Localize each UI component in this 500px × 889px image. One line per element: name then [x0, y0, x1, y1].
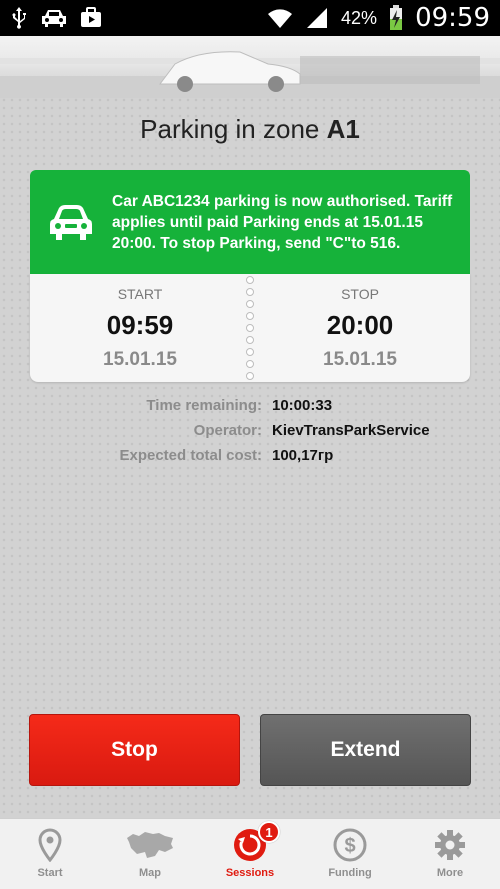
nav-item-start[interactable]: Start [0, 819, 100, 889]
nav-label: Map [139, 867, 161, 879]
ukraine-map-icon [125, 827, 175, 863]
signal-icon [305, 7, 329, 29]
nav-item-funding[interactable]: $ Funding [300, 819, 400, 889]
stop-button[interactable]: Stop [29, 714, 240, 786]
nav-item-more[interactable]: More [400, 819, 500, 889]
nav-label: More [436, 867, 464, 879]
bottom-nav: Start Map 1 Sessions $ Funding More [0, 818, 500, 889]
nav-item-map[interactable]: Map [100, 819, 200, 889]
clock: 09:59 [415, 3, 490, 33]
stop-date: 15.01.15 [323, 349, 397, 370]
car-icon [40, 7, 68, 29]
detail-label: Operator: [193, 422, 262, 439]
start-block: START 09:59 15.01.15 [30, 274, 250, 371]
parking-status-notice: Car ABC1234 parking is now authorised. T… [30, 170, 470, 274]
extend-button[interactable]: Extend [260, 714, 471, 786]
briefcase-icon [80, 7, 102, 29]
title-prefix: Parking in zone [140, 114, 327, 144]
expected-cost-row: Expected total cost: 100,17гр [0, 443, 500, 468]
start-caption: START [117, 286, 163, 302]
notice-text: Car ABC1234 parking is now authorised. T… [112, 192, 453, 252]
nav-label: Sessions [225, 867, 275, 879]
operator-row: Operator: KievTransParkService [0, 418, 500, 443]
nav-label: Start [37, 867, 63, 879]
detail-label: Expected total cost: [119, 447, 262, 464]
nav-label: Funding [328, 867, 372, 879]
expected-cost-value: 100,17гр [272, 447, 334, 464]
status-bar: 42% 09:59 [0, 0, 500, 36]
sessions-badge: 1 [258, 821, 280, 843]
detail-label: Time remaining: [146, 397, 262, 414]
dollar-icon: $ [333, 827, 367, 863]
stop-caption: STOP [341, 286, 379, 302]
usb-icon [10, 6, 28, 30]
time-remaining-value: 10:00:33 [272, 397, 333, 414]
battery-percent: 42% [341, 7, 378, 28]
car-icon [30, 202, 112, 242]
operator-value: KievTransParkService [272, 422, 430, 439]
time-remaining-row: Time remaining: 10:00:33 [0, 393, 500, 418]
wifi-icon [267, 7, 293, 29]
battery-charging-icon [389, 5, 403, 31]
page-title: Parking in zone A1 [0, 114, 500, 145]
stop-block: STOP 20:00 15.01.15 [250, 274, 470, 371]
start-time: 09:59 [106, 310, 174, 340]
zone-label: A1 [326, 114, 360, 144]
session-details: Time remaining: 10:00:33 Operator: KievT… [0, 393, 500, 468]
session-times-card: START 09:59 15.01.15 STOP 20:00 15.01.15 [30, 274, 470, 382]
start-date: 15.01.15 [103, 349, 177, 370]
stop-time: 20:00 [326, 310, 394, 340]
map-pin-icon [38, 827, 62, 863]
nav-item-sessions[interactable]: 1 Sessions [200, 819, 300, 889]
gear-icon [434, 827, 466, 863]
header-photo [0, 36, 500, 98]
svg-text:$: $ [344, 835, 355, 857]
